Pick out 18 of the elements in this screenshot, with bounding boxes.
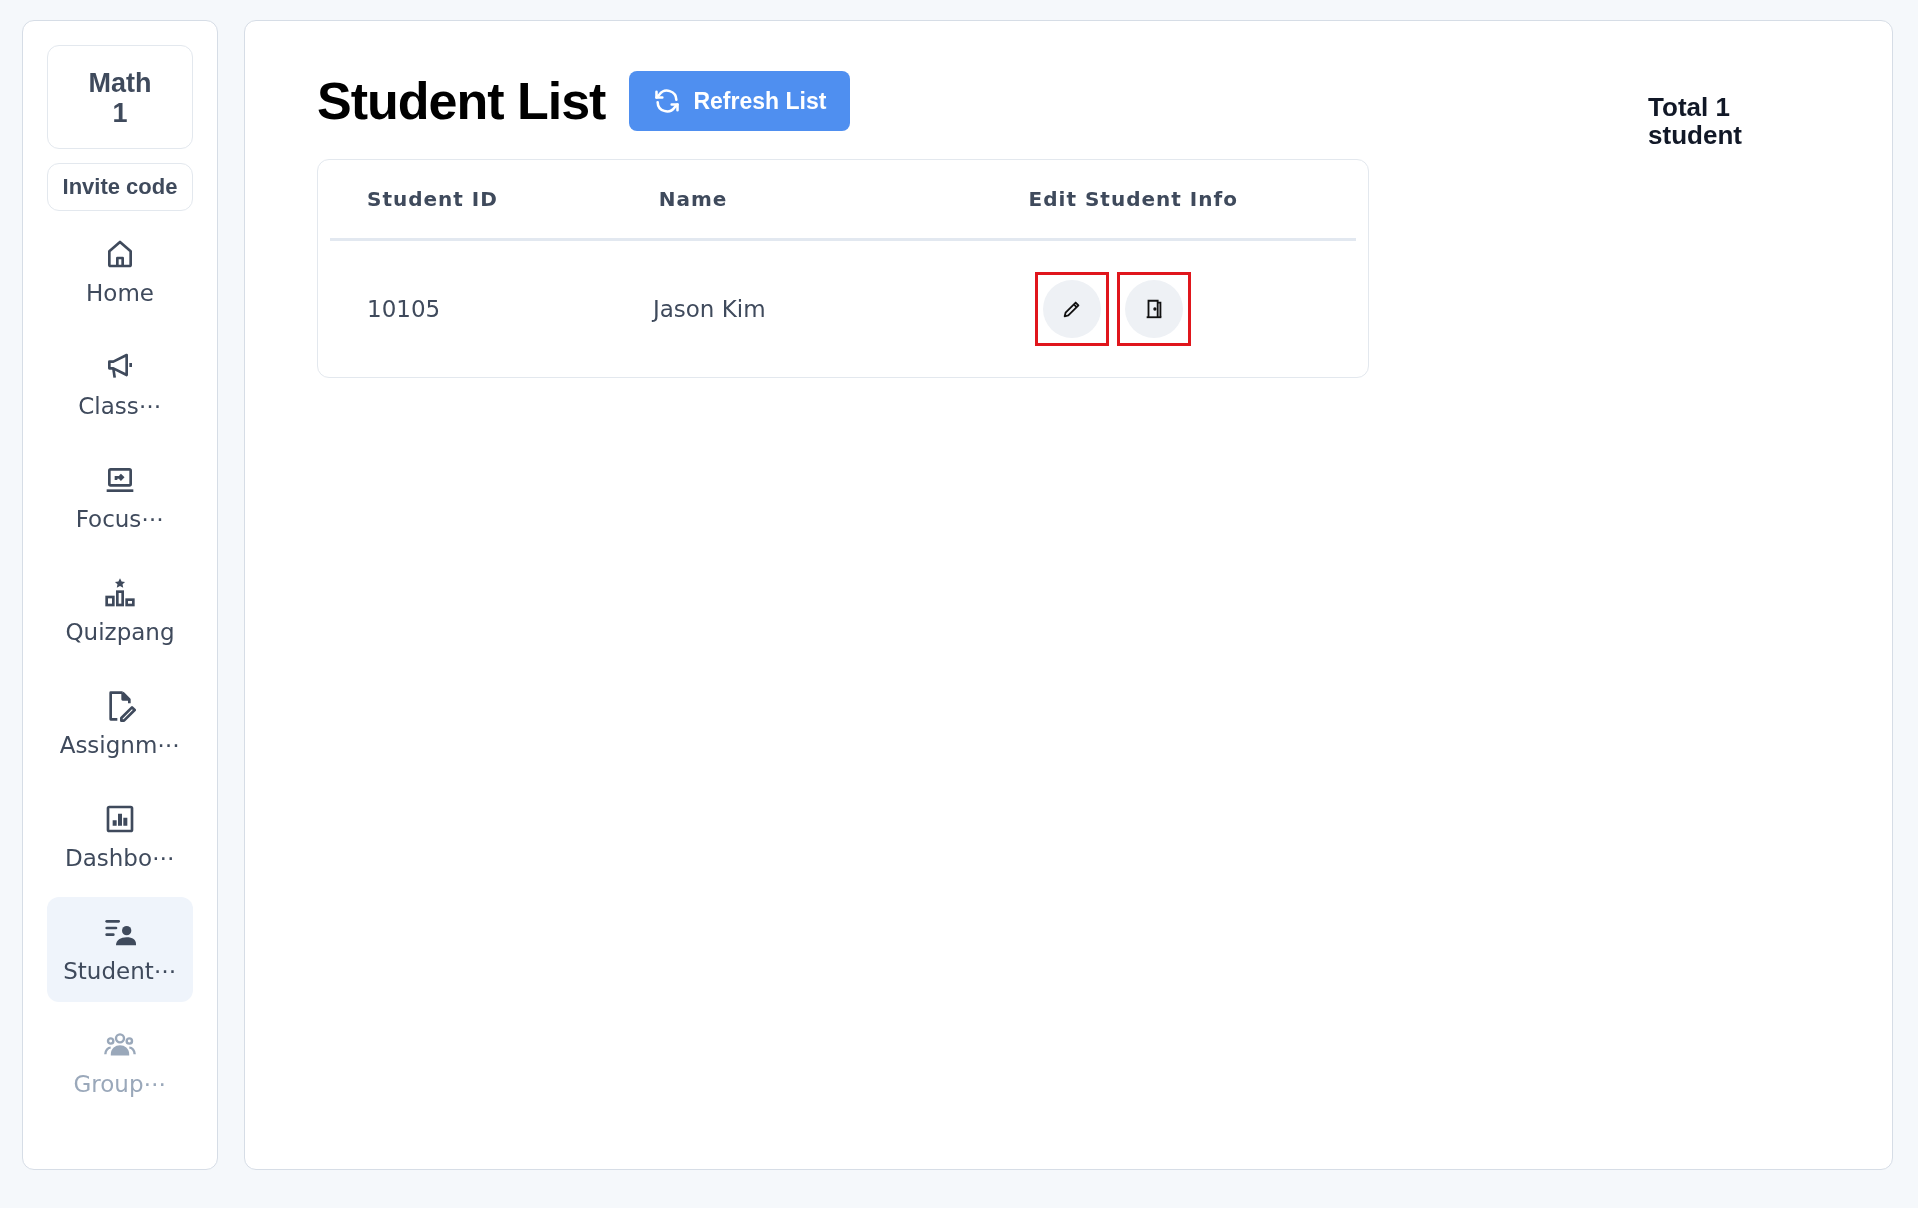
sidebar-item[interactable]: Focus⋯ (47, 445, 193, 550)
column-header: Edit Student Info (1028, 187, 1239, 211)
sidebar-item[interactable]: Student⋯ (47, 897, 193, 1002)
page-title: Student List (317, 71, 606, 131)
sidebar-item[interactable]: Dashbo⋯ (47, 784, 193, 889)
invite-code-button[interactable]: Invite code (47, 163, 193, 211)
refresh-icon (653, 87, 682, 115)
table-cell-text: 10105 (366, 296, 442, 322)
column-header: Name (658, 187, 729, 211)
total-count: Total 1 student (1648, 93, 1742, 149)
sidebar-item[interactable]: Assignm⋯ (47, 671, 193, 776)
table-cell-text: Jason Kim (652, 296, 767, 322)
sidebar-item[interactable]: Quizpang (47, 558, 193, 663)
podium-star-icon (104, 576, 136, 609)
sidebar-item[interactable]: Class⋯ (47, 332, 193, 437)
sidebar-item[interactable]: Home (47, 219, 193, 324)
class-name-card: Math 1 (47, 45, 193, 149)
column-header: Student ID (366, 187, 499, 211)
